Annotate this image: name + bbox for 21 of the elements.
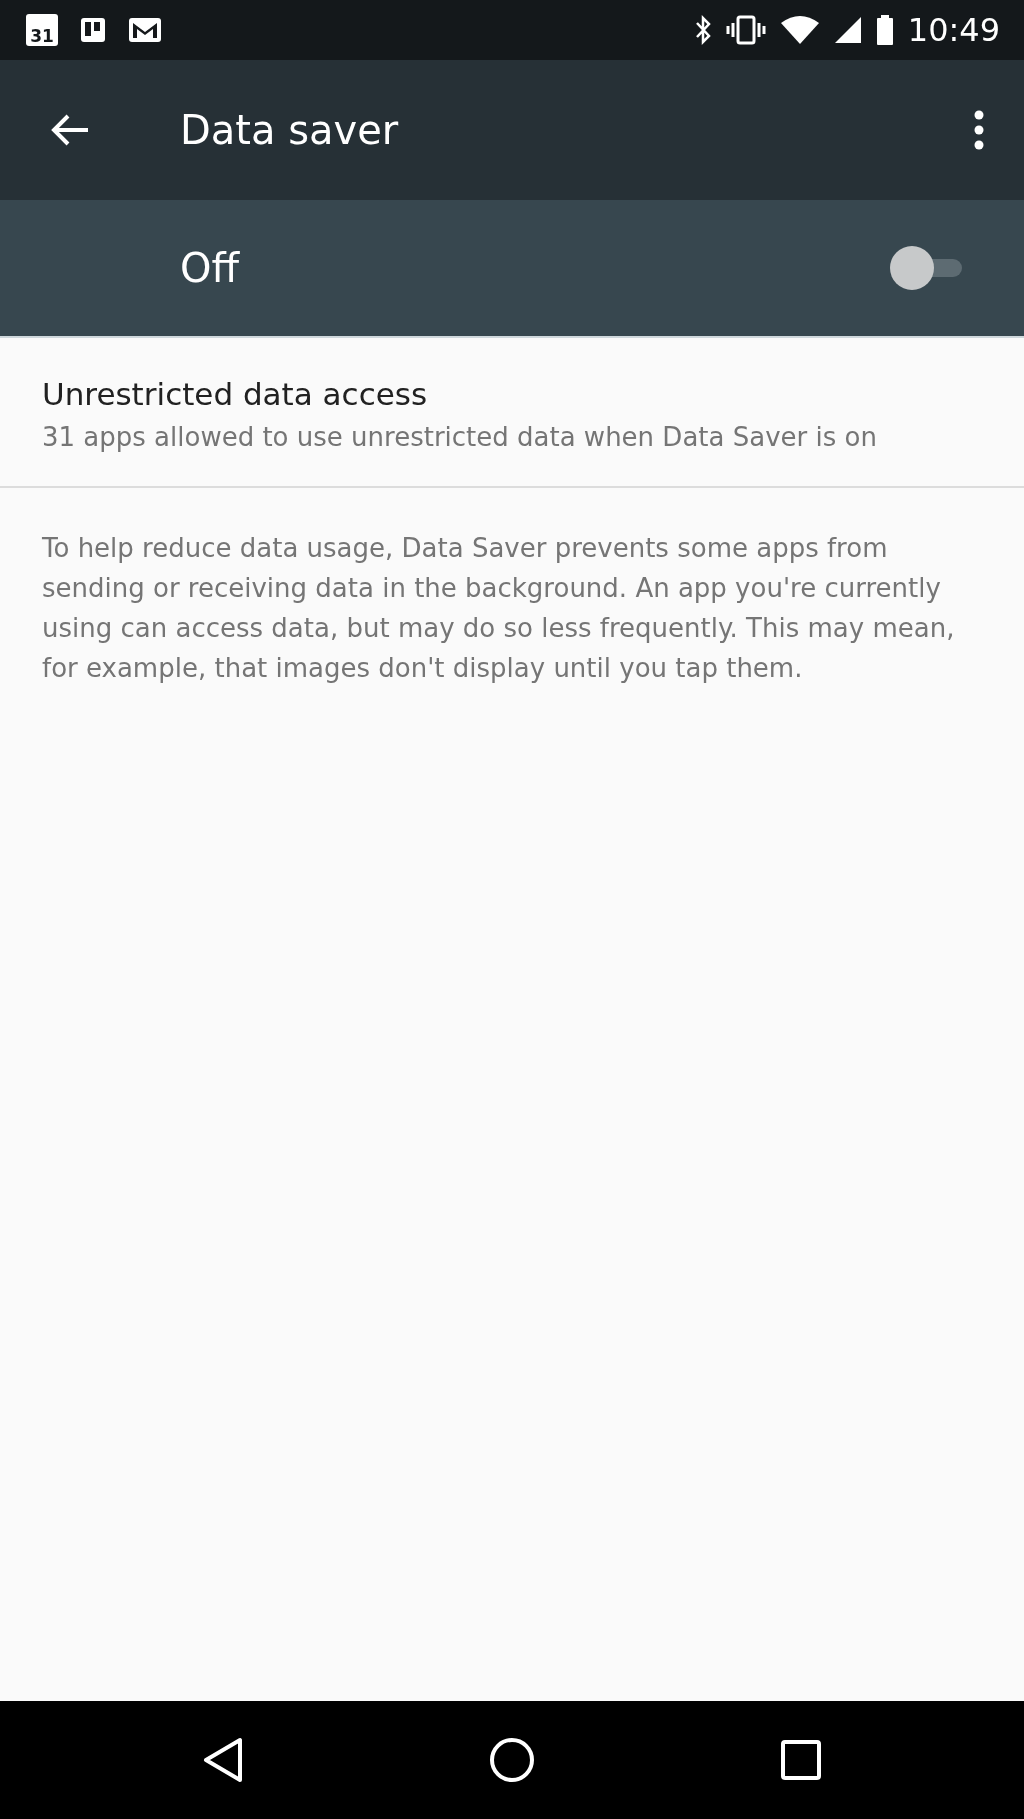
home-circle-icon[interactable]	[489, 1737, 535, 1783]
recents-square-icon[interactable]	[779, 1739, 822, 1781]
clock: 10:49	[907, 11, 1000, 49]
toggle-switch[interactable]	[890, 246, 962, 290]
back-icon[interactable]	[50, 113, 90, 147]
calendar-icon: 31	[26, 14, 58, 46]
back-triangle-icon[interactable]	[202, 1737, 245, 1783]
vibrate-icon	[725, 15, 766, 45]
item-summary: 31 apps allowed to use unrestricted data when Data Saver is on	[42, 421, 878, 454]
more-options-icon[interactable]	[974, 110, 984, 150]
switch-label: Off	[180, 245, 241, 291]
bluetooth-icon	[693, 15, 712, 45]
board-icon	[80, 17, 106, 43]
wifi-icon	[779, 15, 820, 45]
screen-title: Data saver	[180, 107, 400, 153]
description-text: To help reduce data usage, Data Saver prevents some apps from sending or receiving data in the background. An app you're currently using can access data, but may do so less frequently. This may mean, for example, that images don't display until you tap them.	[41, 532, 956, 685]
mail-icon	[128, 17, 162, 43]
item-title: Unrestricted data access	[42, 376, 429, 412]
battery-icon	[875, 15, 894, 45]
settings-item[interactable]: Unrestricted data access 31 apps allowed to use unrestricted data when Data Saver is on	[0, 338, 1024, 488]
signal-icon	[833, 16, 862, 44]
